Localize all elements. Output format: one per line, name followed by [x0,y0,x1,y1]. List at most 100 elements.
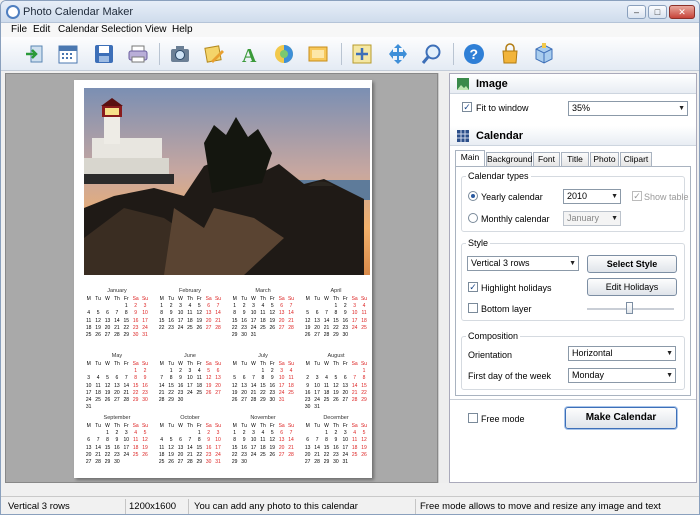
menu-help[interactable]: Help [172,24,193,35]
edit-photo-icon[interactable] [201,41,227,67]
close-button[interactable]: ✕ [669,5,695,19]
weekday-label: W [105,296,110,302]
week-row: 8 9 10 11 12 13 14 [230,310,296,317]
day-cell: 1 [169,368,173,375]
save-icon[interactable] [91,41,117,67]
status-layout: Vertical 3 rows [8,501,70,512]
day-cell: 5 [270,430,274,437]
vertical-scrollbar[interactable] [438,73,449,483]
day-cell: 19 [168,451,174,458]
yearly-radio[interactable] [468,191,478,201]
calendar-icon[interactable] [55,41,81,67]
calendar-section-header[interactable]: Calendar [450,126,696,146]
day-cell: 16 [205,444,212,451]
day-cell: 12 [196,310,203,317]
make-calendar-button[interactable]: Make Calendar [565,407,677,429]
tab-main[interactable]: Main [455,150,485,166]
week-row: 4 5 6 7 8 9 10 [84,310,150,317]
day-cell: 4 [362,303,366,310]
menu-selection[interactable]: Selection [101,24,142,35]
zoom-combo[interactable]: 35% ▼ [568,101,688,116]
highlight-holidays-checkbox[interactable]: ✓ [468,282,478,292]
day-cell: 19 [231,389,238,396]
weekday-label: Fr [342,296,348,302]
day-cell: 12 [269,310,276,317]
edit-holidays-button[interactable]: Edit Holidays [587,278,677,296]
day-cell: 11 [323,382,330,389]
style-combo[interactable]: Vertical 3 rows ▼ [467,256,579,271]
day-cell: 3 [280,368,284,375]
weekday-label: Fr [269,296,275,302]
camera-icon[interactable] [167,41,193,67]
canvas-area[interactable]: January M Tu W Th Fr Sa Su 1 2 3 4 5 6 7 8 9 10 11 12 13 14 15… [5,73,438,483]
minimize-button[interactable]: – [627,5,646,19]
day-cell: 16 [241,444,247,451]
bottom-layer-checkbox[interactable] [468,303,478,313]
day-cell: 23 [142,389,148,396]
day-cell: 14 [215,310,221,317]
tab-title[interactable]: Title [561,152,589,166]
select-style-button[interactable]: Select Style [587,255,677,273]
first-day-combo[interactable]: Monday ▼ [568,368,676,383]
tab-font[interactable]: Font [533,152,560,166]
fit-icon[interactable] [349,41,375,67]
tab-clipart[interactable]: Clipart [620,152,652,166]
day-cell: 19 [142,444,148,451]
calendar-page[interactable]: January M Tu W Th Fr Sa Su 1 2 3 4 5 6 7 8 9 10 11 12 13 14 15… [74,80,372,478]
help-icon[interactable]: ? [461,41,487,67]
month-june: June M Tu W Th Fr Sa Su 1 2 3 4 5 6 7 8 9 10 11 12 13 14 15 16 1… [157,353,223,404]
maximize-button[interactable]: □ [648,5,667,19]
print-icon[interactable] [125,41,151,67]
exit-icon[interactable] [21,41,47,67]
tab-background[interactable]: Background [486,152,532,166]
day-cell: 21 [95,451,101,458]
day-cell [303,368,312,375]
day-cell: 25 [187,324,193,331]
day-cell: 3 [315,375,319,382]
weekday-label: Sa [278,296,285,302]
week-row: 25 26 27 28 29 30 31 [157,459,223,466]
day-cell: 7 [124,375,128,382]
menu-edit[interactable]: Edit [33,24,50,35]
day-cell [350,368,359,375]
day-cell: 24 [342,451,349,458]
free-mode-checkbox[interactable] [468,413,478,423]
day-cell: 12 [333,382,339,389]
day-cell: 26 [205,389,212,396]
lighthouse-photo[interactable] [84,88,370,275]
month-combo[interactable]: January ▼ [563,211,621,226]
move-icon[interactable] [385,41,411,67]
buy-icon[interactable] [497,41,523,67]
day-cell: 14 [250,382,257,389]
monthly-radio[interactable] [468,213,478,223]
clipart-icon[interactable] [271,41,297,67]
image-section-header[interactable]: Image [450,74,696,94]
day-cell: 22 [323,451,330,458]
year-combo[interactable]: 2010 ▼ [563,189,621,204]
package-icon[interactable] [531,41,557,67]
day-cell: 4 [289,368,293,375]
tab-photo[interactable]: Photo [590,152,619,166]
day-cell: 13 [278,310,285,317]
menu-file[interactable]: File [11,24,27,35]
weekday-label: Su [360,423,368,429]
menu-calendar[interactable]: Calendar [58,24,99,35]
day-cell: 3 [343,430,347,437]
day-cell [322,303,331,310]
day-cell: 28 [95,459,101,466]
show-table-checkbox[interactable]: ✓ [632,191,642,201]
fit-to-window-checkbox[interactable]: ✓ [462,102,472,112]
day-cell [359,459,368,466]
orientation-combo[interactable]: Horizontal ▼ [568,346,676,361]
background-icon[interactable] [305,41,331,67]
month-name: November [250,415,276,421]
menu-view[interactable]: View [145,24,167,35]
day-cell: 31 [215,459,221,466]
zoom-icon[interactable] [419,41,445,67]
day-cell: 11 [187,310,193,317]
text-icon[interactable]: A [237,41,263,67]
weekday-row: M Tu W Th Fr Sa Su [157,296,223,303]
weekday-label: Fr [123,361,129,367]
day-cell: 22 [231,324,238,331]
slider-thumb[interactable] [626,302,633,314]
